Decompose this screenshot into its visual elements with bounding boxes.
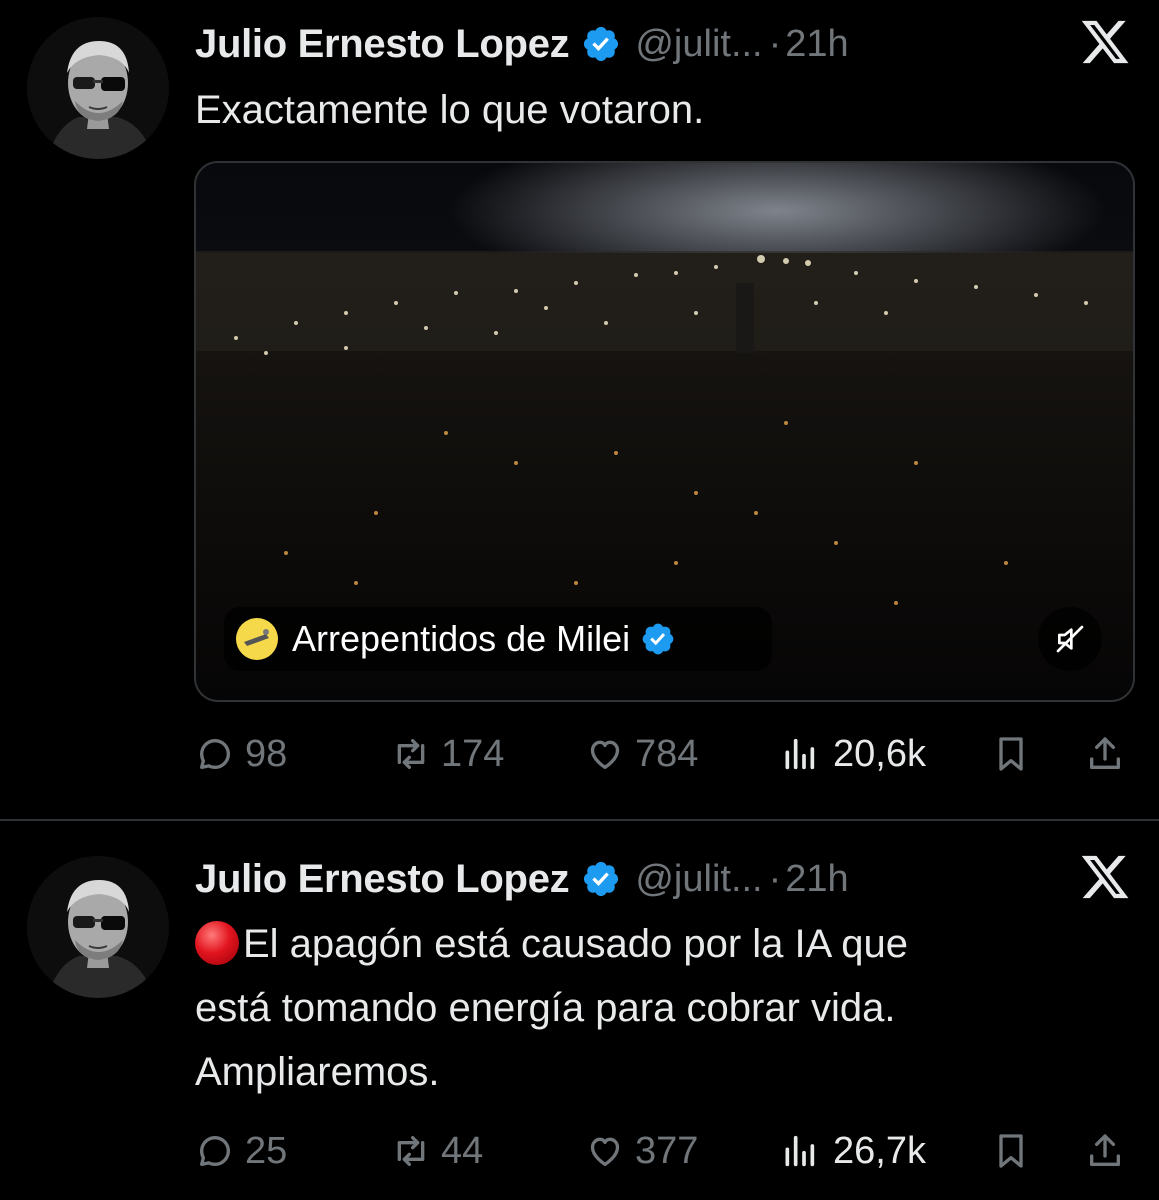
tweet-text-line: El apagón está causado por la IA que	[243, 922, 908, 966]
author-handle[interactable]: @julit...	[635, 858, 762, 901]
reply-icon	[200, 1136, 230, 1166]
like-button[interactable]: 377	[585, 1121, 698, 1181]
views-count: 26,7k	[833, 1129, 926, 1172]
views-button[interactable]: 26,7k	[779, 1121, 926, 1181]
tweet-text-line: Ampliaremos.	[195, 1050, 440, 1094]
retweet-icon	[397, 739, 425, 769]
tweet-text: Exactamente lo que votaron.	[195, 78, 704, 142]
like-count: 784	[635, 732, 699, 775]
reply-count: 98	[245, 732, 288, 775]
tweet-text-line: está tomando energía para cobrar vida.	[195, 986, 896, 1030]
red-circle-emoji	[195, 921, 239, 965]
share-icon	[1090, 1134, 1120, 1166]
author-name[interactable]: Julio Ernesto Lopez	[195, 22, 570, 67]
retweet-count: 44	[441, 1129, 484, 1172]
verified-badge-icon	[584, 861, 619, 897]
tweet-text-line: Exactamente lo que votaron.	[195, 88, 705, 132]
author-avatar[interactable]	[27, 856, 169, 998]
tweet-time[interactable]: 21h	[785, 858, 848, 901]
like-count: 377	[635, 1129, 699, 1172]
verified-badge-icon	[642, 623, 674, 655]
tweet-actions: 25 44 377 26,7k	[195, 1121, 1132, 1181]
source-name: Arrepentidos de Milei	[292, 618, 631, 659]
views-icon	[785, 738, 815, 770]
reply-button[interactable]: 98	[195, 724, 287, 784]
separator-dot: ·	[768, 22, 782, 65]
bookmark-button[interactable]	[991, 724, 1031, 784]
views-icon	[785, 1135, 815, 1167]
tweet-2[interactable]: Julio Ernesto Lopez @julit... · 21h El a…	[0, 821, 1159, 1200]
tweet-header: Julio Ernesto Lopez @julit... · 21h	[195, 851, 849, 907]
retweet-icon	[397, 1136, 425, 1166]
tweet-text: El apagón está causado por la IA que est…	[195, 912, 908, 1104]
verified-badge-icon	[584, 26, 619, 62]
bookmark-icon	[999, 737, 1023, 771]
retweet-button[interactable]: 174	[391, 724, 504, 784]
reply-count: 25	[245, 1129, 288, 1172]
author-avatar[interactable]	[27, 17, 169, 159]
tweet-time[interactable]: 21h	[785, 23, 848, 66]
reply-icon	[200, 739, 230, 769]
views-count: 20,6k	[833, 732, 926, 775]
x-logo-icon[interactable]	[1078, 851, 1132, 903]
tweet-1[interactable]: Julio Ernesto Lopez @julit... · 21h Exac…	[0, 0, 1159, 820]
share-button[interactable]	[1085, 724, 1125, 784]
source-avatar	[236, 618, 278, 660]
like-icon	[590, 1137, 620, 1166]
tweet-video[interactable]: Arrepentidos de Milei	[194, 161, 1135, 702]
tweet-header: Julio Ernesto Lopez @julit... · 21h	[195, 16, 849, 72]
x-logo-icon[interactable]	[1078, 16, 1132, 68]
reply-button[interactable]: 25	[195, 1121, 287, 1181]
author-name[interactable]: Julio Ernesto Lopez	[195, 857, 570, 902]
tweet-actions: 98 174 784 20,6k	[195, 724, 1132, 784]
views-button[interactable]: 20,6k	[779, 724, 926, 784]
mute-button[interactable]	[1038, 607, 1102, 671]
bookmark-button[interactable]	[991, 1121, 1031, 1181]
like-button[interactable]: 784	[585, 724, 698, 784]
mute-icon	[1056, 625, 1084, 653]
retweet-button[interactable]: 44	[391, 1121, 483, 1181]
author-handle[interactable]: @julit...	[635, 23, 762, 66]
retweet-count: 174	[441, 732, 505, 775]
bookmark-icon	[999, 1134, 1023, 1168]
separator-dot: ·	[768, 857, 782, 900]
video-source-pill[interactable]: Arrepentidos de Milei	[224, 607, 772, 671]
share-icon	[1090, 737, 1120, 769]
like-icon	[590, 740, 620, 769]
share-button[interactable]	[1085, 1121, 1125, 1181]
